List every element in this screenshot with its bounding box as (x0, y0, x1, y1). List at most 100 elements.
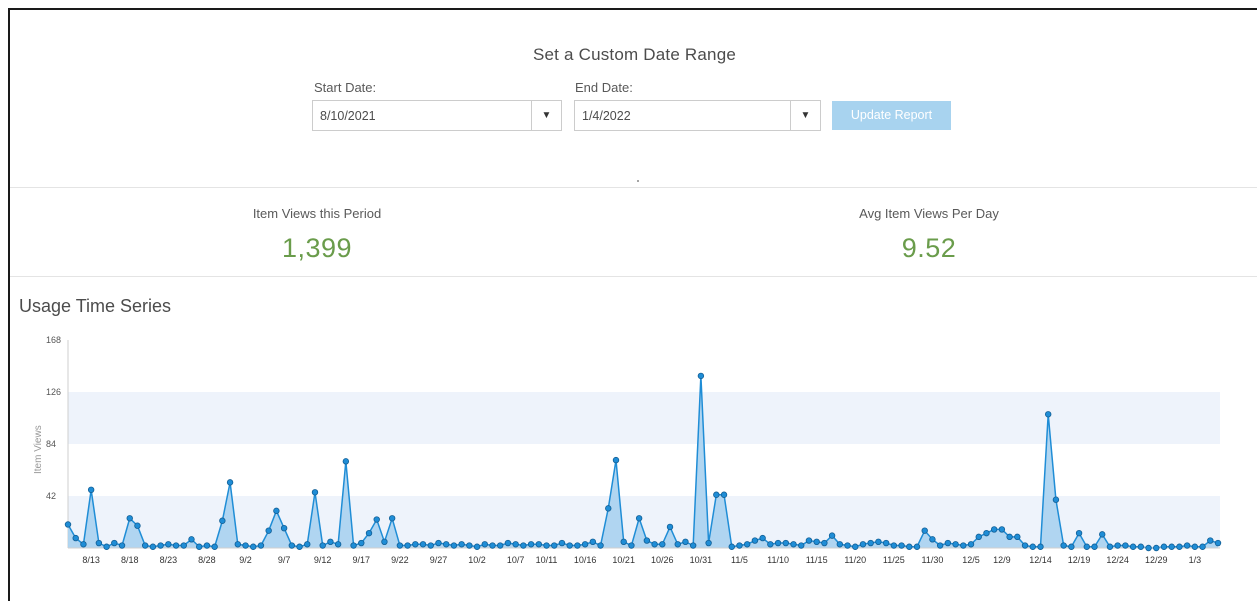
data-point (906, 543, 913, 550)
data-point (767, 541, 774, 548)
data-point (342, 458, 350, 465)
x-tick-label: 9/2 (239, 555, 252, 565)
data-point (659, 541, 666, 548)
data-point (713, 491, 720, 498)
data-point (774, 539, 782, 547)
data-point (388, 515, 396, 522)
data-point (1044, 411, 1052, 418)
separator-dot (637, 180, 639, 182)
update-report-button[interactable]: Update Report (832, 101, 951, 130)
data-point (990, 526, 998, 533)
x-tick-label: 10/21 (612, 555, 635, 565)
data-point (628, 542, 635, 549)
triangle-down-icon[interactable]: ▼ (790, 101, 820, 130)
x-tick-label: 10/26 (651, 555, 674, 565)
data-point (1214, 539, 1222, 547)
data-point (489, 542, 496, 549)
data-point (141, 542, 149, 549)
data-point (87, 486, 95, 494)
data-point (813, 538, 820, 546)
data-point (327, 538, 334, 546)
data-point (1168, 543, 1175, 550)
data-point (257, 542, 265, 549)
data-point (705, 539, 712, 547)
data-point (165, 541, 172, 548)
data-point (358, 539, 365, 547)
data-point (1199, 543, 1206, 550)
data-point (211, 543, 218, 550)
data-point (1006, 533, 1013, 541)
data-point (1060, 542, 1067, 549)
x-tick-label: 12/14 (1029, 555, 1052, 565)
data-point (1191, 543, 1199, 550)
y-tick-label: 84 (46, 439, 56, 449)
data-point (836, 541, 844, 548)
x-tick-label: 9/22 (391, 555, 409, 565)
data-point (1021, 542, 1029, 549)
data-point (365, 529, 373, 537)
data-point (111, 539, 118, 547)
data-point (743, 541, 751, 548)
data-point (558, 539, 566, 547)
x-tick-label: 11/25 (883, 555, 905, 565)
data-point (404, 542, 411, 549)
data-point (203, 542, 211, 549)
data-point (643, 537, 651, 544)
data-point (543, 542, 550, 549)
data-point (196, 543, 203, 550)
data-point (967, 541, 975, 548)
data-point (597, 542, 604, 549)
data-point (852, 543, 859, 550)
x-tick-label: 9/12 (314, 555, 332, 565)
usage-time-series-title: Usage Time Series (19, 296, 172, 316)
x-tick-label: 10/11 (536, 555, 558, 565)
x-tick-label: 1/3 (1189, 555, 1202, 565)
data-point (296, 543, 303, 550)
usage-time-series-chart: 42 84 126 168 Item Views 8/13 8/18 8/23 8/28 9/2 9… (33, 335, 1222, 565)
data-point (1083, 543, 1090, 550)
data-point (566, 542, 573, 549)
data-point (273, 507, 280, 515)
data-point (574, 542, 581, 549)
data-point (929, 536, 936, 543)
data-point (334, 541, 342, 548)
data-point (265, 527, 272, 534)
data-point (535, 541, 543, 548)
x-tick-label: 9/17 (353, 555, 371, 565)
data-point (844, 542, 851, 549)
data-point (504, 539, 512, 547)
x-tick-label: 10/7 (507, 555, 525, 565)
data-point (1075, 529, 1083, 537)
x-tick-label: 12/9 (993, 555, 1011, 565)
data-point (134, 522, 141, 529)
data-point (759, 534, 766, 542)
data-point (149, 543, 157, 550)
data-point (381, 538, 388, 546)
data-point (427, 542, 434, 549)
data-point (936, 542, 944, 549)
data-point (242, 542, 249, 549)
data-point (311, 489, 319, 496)
data-point (589, 538, 597, 546)
data-point (782, 539, 789, 547)
data-point (1052, 496, 1060, 503)
data-point (898, 542, 905, 549)
data-point (651, 541, 658, 548)
data-point (605, 505, 612, 512)
data-point (821, 539, 828, 547)
data-point (952, 541, 959, 548)
data-point (913, 543, 921, 550)
data-point (350, 542, 357, 549)
end-date-select[interactable]: 1/4/2022 ▼ (574, 100, 821, 131)
data-point (551, 542, 558, 549)
data-point (751, 537, 759, 544)
triangle-down-icon[interactable]: ▼ (531, 101, 561, 130)
data-point (581, 541, 589, 548)
x-tick-label: 11/15 (806, 555, 828, 565)
x-tick-label: 11/10 (767, 555, 789, 565)
data-point (95, 539, 103, 547)
data-point (396, 542, 404, 549)
start-date-select[interactable]: 8/10/2021 ▼ (312, 100, 562, 131)
item-views-value: 1,399 (281, 233, 353, 263)
data-point (1037, 543, 1044, 550)
